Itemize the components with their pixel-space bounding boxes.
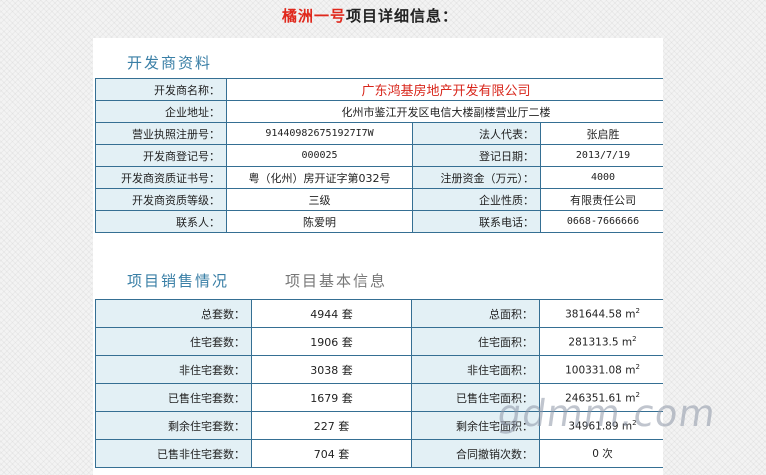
cert-label: 开发商资质证书号： bbox=[95, 166, 227, 189]
sales-label: 住宅套数： bbox=[95, 327, 252, 356]
tab-basic-info[interactable]: 项目基本信息 bbox=[285, 272, 387, 290]
address-label: 企业地址： bbox=[95, 100, 227, 123]
grade-label: 开发商资质等级： bbox=[95, 188, 227, 211]
sales-area-label: 总面积： bbox=[411, 299, 540, 328]
watermark: gdmm.com bbox=[494, 392, 719, 435]
table-row: 开发商名称： 广东鸿基房地产开发有限公司 bbox=[95, 78, 663, 101]
sales-count: 227 套 bbox=[251, 411, 412, 440]
table-row: 非住宅套数： 3038 套非住宅面积： 100331.08 m2 bbox=[95, 355, 663, 384]
table-row: 企业地址： 化州市鉴江开发区电信大楼副楼营业厅二楼 bbox=[95, 100, 663, 123]
legal-rep-value: 张启胜 bbox=[540, 122, 663, 145]
license-value: 914409826751927I7W bbox=[226, 122, 413, 145]
legal-rep-label: 法人代表： bbox=[412, 122, 541, 145]
table-row: 营业执照注册号： 914409826751927I7W 法人代表： 张启胜 bbox=[95, 122, 663, 145]
address-value: 化州市鉴江开发区电信大楼副楼营业厅二楼 bbox=[226, 100, 663, 123]
sales-label: 总套数： bbox=[95, 299, 252, 328]
developer-name-label: 开发商名称： bbox=[95, 78, 227, 101]
reg-date-value: 2013/7/19 bbox=[540, 144, 663, 167]
table-row: 住宅套数： 1906 套住宅面积： 281313.5 m2 bbox=[95, 327, 663, 356]
sales-area-value: 100331.08 bbox=[565, 364, 622, 377]
sales-count: 704 套 bbox=[251, 439, 412, 468]
sales-area-value: 381644.58 bbox=[565, 308, 622, 321]
sales-label: 非住宅套数： bbox=[95, 355, 252, 384]
sales-table: 总套数： 4944 套总面积： 381644.58 m2 住宅套数： 1906 套住宅面… bbox=[95, 299, 663, 468]
reg-date-label: 登记日期： bbox=[412, 144, 541, 167]
table-row: 开发商登记号： 000025 登记日期： 2013/7/19 bbox=[95, 144, 663, 167]
capital-value: 4000 bbox=[540, 166, 663, 189]
sales-label: 剩余住宅套数： bbox=[95, 411, 252, 440]
grade-value: 三级 bbox=[226, 188, 413, 211]
table-row: 已售非住宅套数： 704 套合同撤销次数： 0 次 bbox=[95, 439, 663, 468]
sales-area-label: 非住宅面积： bbox=[411, 355, 540, 384]
sales-area: 281313.5 m2 bbox=[539, 327, 663, 356]
table-row: 开发商资质等级： 三级 企业性质： 有限责任公司 bbox=[95, 188, 663, 211]
contact-value: 陈爱明 bbox=[226, 210, 413, 233]
nature-label: 企业性质： bbox=[412, 188, 541, 211]
sales-area: 381644.58 m2 bbox=[539, 299, 663, 328]
area-unit: m bbox=[625, 364, 636, 377]
sales-area-label: 合同撤销次数： bbox=[411, 439, 540, 468]
sales-area-label: 住宅面积： bbox=[411, 327, 540, 356]
sales-count: 1679 套 bbox=[251, 383, 412, 412]
developer-section-title: 开发商资料 bbox=[127, 54, 213, 72]
phone-label: 联系电话： bbox=[412, 210, 541, 233]
license-label: 营业执照注册号： bbox=[95, 122, 227, 145]
area-unit: m bbox=[625, 308, 636, 321]
area-unit-power: 2 bbox=[632, 334, 637, 343]
sales-label: 已售住宅套数： bbox=[95, 383, 252, 412]
tab-sales[interactable]: 项目销售情况 bbox=[127, 272, 229, 290]
table-row: 总套数： 4944 套总面积： 381644.58 m2 bbox=[95, 299, 663, 328]
phone-value: 0668-7666666 bbox=[540, 210, 663, 233]
reg-no-value: 000025 bbox=[226, 144, 413, 167]
area-unit-power: 2 bbox=[635, 362, 640, 371]
capital-label: 注册资金（万元）： bbox=[412, 166, 541, 189]
table-row: 开发商资质证书号： 粤（化州）房开证字第032号 注册资金（万元）： 4000 bbox=[95, 166, 663, 189]
section-tabs: 项目销售情况 项目基本信息 bbox=[127, 270, 387, 291]
title-suffix: 项目详细信息： bbox=[346, 7, 459, 25]
cert-value: 粤（化州）房开证字第032号 bbox=[226, 166, 413, 189]
table-row: 联系人： 陈爱明 联系电话： 0668-7666666 bbox=[95, 210, 663, 233]
developer-name: 广东鸿基房地产开发有限公司 bbox=[226, 78, 663, 101]
sales-count: 4944 套 bbox=[251, 299, 412, 328]
sales-count: 1906 套 bbox=[251, 327, 412, 356]
nature-value: 有限责任公司 bbox=[540, 188, 663, 211]
area-unit: m bbox=[621, 336, 633, 349]
sales-area-value: 281313.5 bbox=[568, 336, 619, 349]
sales-count: 3038 套 bbox=[251, 355, 412, 384]
contact-label: 联系人： bbox=[95, 210, 227, 233]
sales-area: 100331.08 m2 bbox=[539, 355, 663, 384]
reg-no-label: 开发商登记号： bbox=[95, 144, 227, 167]
page-title: 橘洲一号项目详细信息： bbox=[0, 5, 740, 26]
project-name: 橘洲一号 bbox=[281, 7, 346, 25]
sales-label: 已售非住宅套数： bbox=[95, 439, 252, 468]
contract-cancel-count: 0 次 bbox=[539, 439, 663, 468]
developer-table: 开发商名称： 广东鸿基房地产开发有限公司 企业地址： 化州市鉴江开发区电信大楼副… bbox=[95, 78, 663, 233]
area-unit-power: 2 bbox=[635, 306, 640, 315]
